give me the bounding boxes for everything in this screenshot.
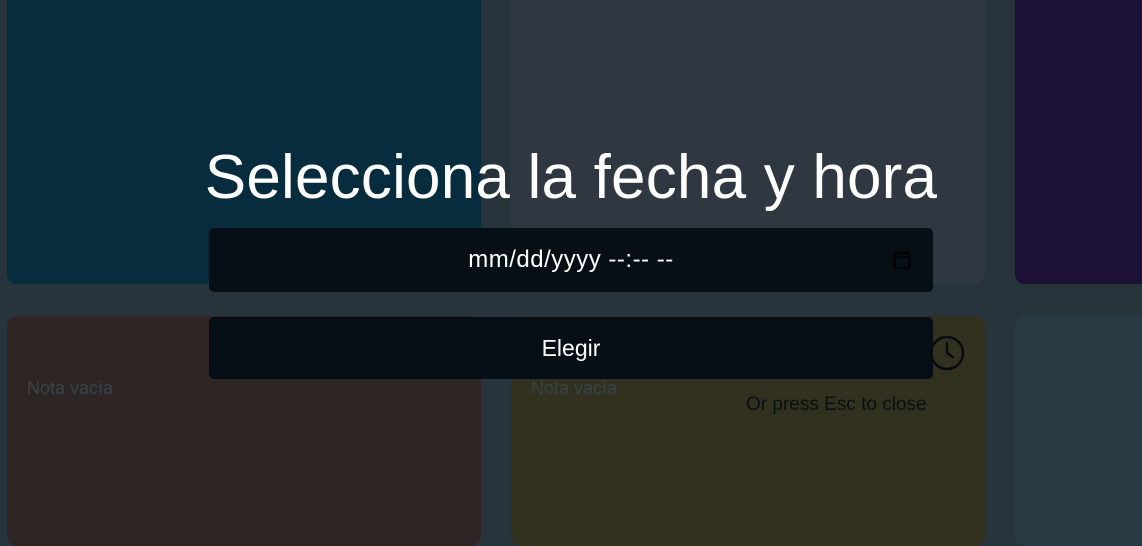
datetime-modal-overlay: Selecciona la fecha y hora mm/dd/yyyy --… [0,0,1142,528]
choose-button[interactable]: Elegir [209,317,933,379]
datetime-input[interactable]: mm/dd/yyyy --:-- -- [209,228,933,292]
close-hint: Or press Esc to close [746,394,927,415]
calendar-icon[interactable] [891,249,913,271]
datetime-input-text: mm/dd/yyyy --:-- -- [468,246,674,273]
clock-icon [929,335,965,371]
modal-title: Selecciona la fecha y hora [204,143,938,212]
